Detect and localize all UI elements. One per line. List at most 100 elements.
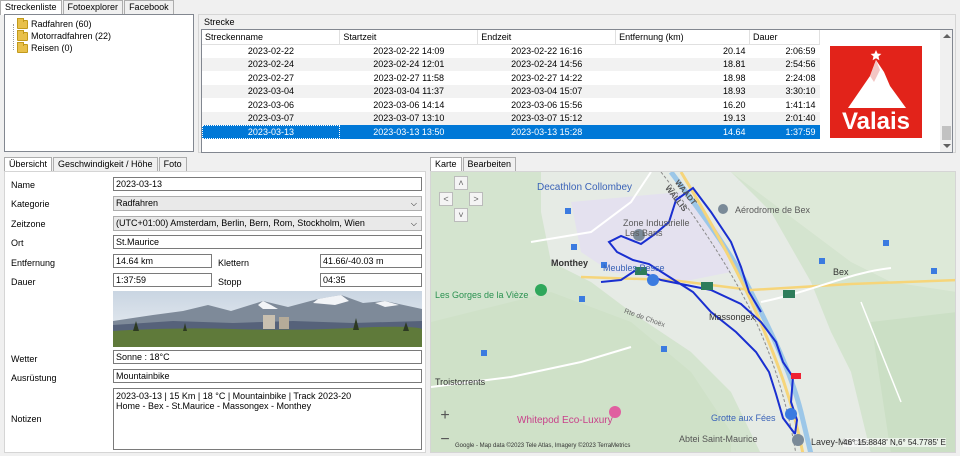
main-tab-bar: Streckenliste Fotoexplorer Facebook [0,0,175,15]
tree-item-motorradfahren[interactable]: Motorradfahren (22) [11,29,193,42]
strecke-scrollbar[interactable] [940,30,952,152]
map-label-grotte: Grotte aux Fées [711,413,776,423]
tab-karte[interactable]: Karte [430,157,462,172]
map-label-troistorrents: Troistorrents [435,377,486,387]
folder-icon [17,29,28,41]
tab-foto[interactable]: Foto [158,157,187,171]
zeitzone-label: Zeitzone [11,219,46,229]
klettern-label: Klettern [218,258,250,268]
entfernung-label: Entfernung [11,258,56,268]
pan-up-icon[interactable]: ˄ [454,176,468,190]
map-label-whitepod: Whitepod Eco-Luxury [517,415,613,426]
ort-label: Ort [11,238,24,248]
zeitzone-value: (UTC+01:00) Amsterdam, Berlin, Bern, Rom… [116,218,365,228]
cell-dist: 18.81 [615,57,750,71]
cell-dist: 20.14 [722,46,746,56]
cell-start: 2023-02-22 14:09 [373,46,445,56]
chevron-down-icon: ⌵ [410,199,417,208]
cell-start: 2023-03-04 11:37 [339,84,478,98]
scroll-down-icon[interactable] [943,144,951,148]
zoom-out-button[interactable]: − [435,430,455,450]
cell-dur: 3:30:10 [749,84,820,98]
kategorie-label: Kategorie [11,199,50,209]
folder-icon [17,17,28,29]
chevron-down-icon: ⌵ [410,219,417,228]
table-row-selected[interactable]: 2023-03-13 2023-03-13 13:50 2023-03-13 1… [202,125,820,139]
map-attribution: Google - Map data ©2023 Tele Atlas, Imag… [455,443,631,449]
col-entfernung[interactable]: Entfernung (km) [615,30,750,45]
scroll-up-icon[interactable] [943,34,951,38]
table-row[interactable]: 2023-03-07 2023-03-07 13:10 2023-03-07 1… [202,111,820,125]
cell-end: 2023-03-04 15:07 [477,84,616,98]
cell-dist: 18.98 [722,72,746,83]
table-row[interactable]: 2023-03-04 2023-03-04 11:37 2023-03-04 1… [202,84,820,98]
dauer-field[interactable]: 1:37:59 [113,273,212,287]
cell-end: 2023-03-07 15:12 [477,111,616,125]
pan-right-icon[interactable]: ˃ [469,192,483,206]
col-dauer[interactable]: Dauer [749,30,820,45]
strecke-table: Streckenname Startzeit Endzeit Entfernun… [202,30,820,139]
map-label-monthey: Monthey [551,258,588,268]
strecke-title: Strecke [204,17,235,27]
notizen-line: Home - Bex - St.Maurice - Massongex - Mo… [116,401,312,411]
wetter-field[interactable]: Sonne : 18°C [113,350,422,364]
folder-icon [17,41,28,53]
tab-facebook[interactable]: Facebook [124,0,174,14]
tab-uebersicht[interactable]: Übersicht [4,157,53,172]
cell-name: 2023-02-24 [202,57,340,71]
track-photo[interactable] [113,291,422,347]
cell-dist: 14.64 [615,125,750,139]
map-label-bex: Bex [833,267,849,277]
notizen-line: 2023-03-13 | 15 Km | 18 °C | Mountainbik… [116,391,352,401]
table-row[interactable]: 2023-02-27 2023-02-27 11:58 2023-02-27 1… [202,71,820,85]
klettern-field[interactable]: 41.66/-40.03 m [320,254,422,268]
wetter-label: Wetter [11,354,38,364]
pan-left-icon[interactable]: ˂ [439,192,453,206]
col-streckenname[interactable]: Streckenname [202,30,341,45]
kategorie-select[interactable]: Radfahren ⌵ [113,196,422,211]
table-row[interactable]: 2023-02-22 2023-02-22 14:09 2023-02-22 1… [202,44,820,58]
cell-dist: 18.93 [615,84,750,98]
col-endzeit[interactable]: Endzeit [477,30,617,45]
tab-fotoexplorer[interactable]: Fotoexplorer [62,0,124,14]
tree-item-reisen[interactable]: Reisen (0) [11,41,193,54]
tree-item-radfahren[interactable]: Radfahren (60) [11,17,193,30]
tab-geschwindigkeit-hoehe[interactable]: Geschwindigkeit / Höhe [53,157,158,171]
pan-down-icon[interactable]: ˅ [454,208,468,222]
kategorie-value: Radfahren [116,198,159,208]
notizen-textarea[interactable]: 2023-03-13 | 15 Km | 18 °C | Mountainbik… [113,388,422,450]
cell-dur: 2:06:59 [785,46,816,56]
ausruestung-field[interactable]: Mountainbike [113,369,422,383]
valais-logo: Valais [830,46,922,138]
map-coordinates: 46° 15.8848' N,6° 54.7785' E [843,438,946,447]
zeitzone-select[interactable]: (UTC+01:00) Amsterdam, Berlin, Bern, Rom… [113,216,422,231]
entfernung-field[interactable]: 14.64 km [113,254,212,268]
scroll-thumb[interactable] [942,126,951,140]
tab-streckenliste[interactable]: Streckenliste [0,0,62,15]
ort-field[interactable]: St.Maurice [113,235,422,249]
cell-name: 2023-03-07 [202,111,340,125]
cell-start: 2023-02-24 12:01 [339,57,478,71]
dauer-label: Dauer [11,277,36,287]
cell-end: 2023-03-06 15:56 [511,99,583,110]
cell-end: 2023-02-27 14:22 [511,72,583,83]
cell-end: 2023-02-22 16:16 [511,46,583,56]
table-row[interactable]: 2023-03-06 2023-03-06 14:14 2023-03-06 1… [202,98,820,112]
stopp-field[interactable]: 04:35 [320,273,422,287]
detail-panel: Name 2023-03-13 Kategorie Radfahren ⌵ Ze… [4,171,426,453]
table-row[interactable]: 2023-02-24 2023-02-24 12:01 2023-02-24 1… [202,57,820,71]
detail-tab-bar: Übersicht Geschwindigkeit / Höhe Foto [4,157,188,172]
name-field[interactable]: 2023-03-13 [113,177,422,191]
cell-name: 2023-03-13 [202,125,340,139]
map-canvas [431,172,955,452]
map-label-gorges: Les Gorges de la Vièze [435,290,529,300]
map-pan-control[interactable]: ˄ ˂ ˃ ˅ [439,176,483,226]
cell-name: 2023-03-06 [247,99,294,110]
zoom-in-button[interactable]: + [435,406,455,426]
col-startzeit[interactable]: Startzeit [339,30,479,45]
cell-dur: 1:37:59 [749,125,820,139]
cell-name: 2023-03-04 [202,84,340,98]
map-label-massongex: Massongex [709,312,756,322]
tab-bearbeiten[interactable]: Bearbeiten [462,157,517,171]
map-view[interactable]: ˄ ˂ ˃ ˅ Decathlon Collombey WAADT WALLIS… [430,171,956,453]
